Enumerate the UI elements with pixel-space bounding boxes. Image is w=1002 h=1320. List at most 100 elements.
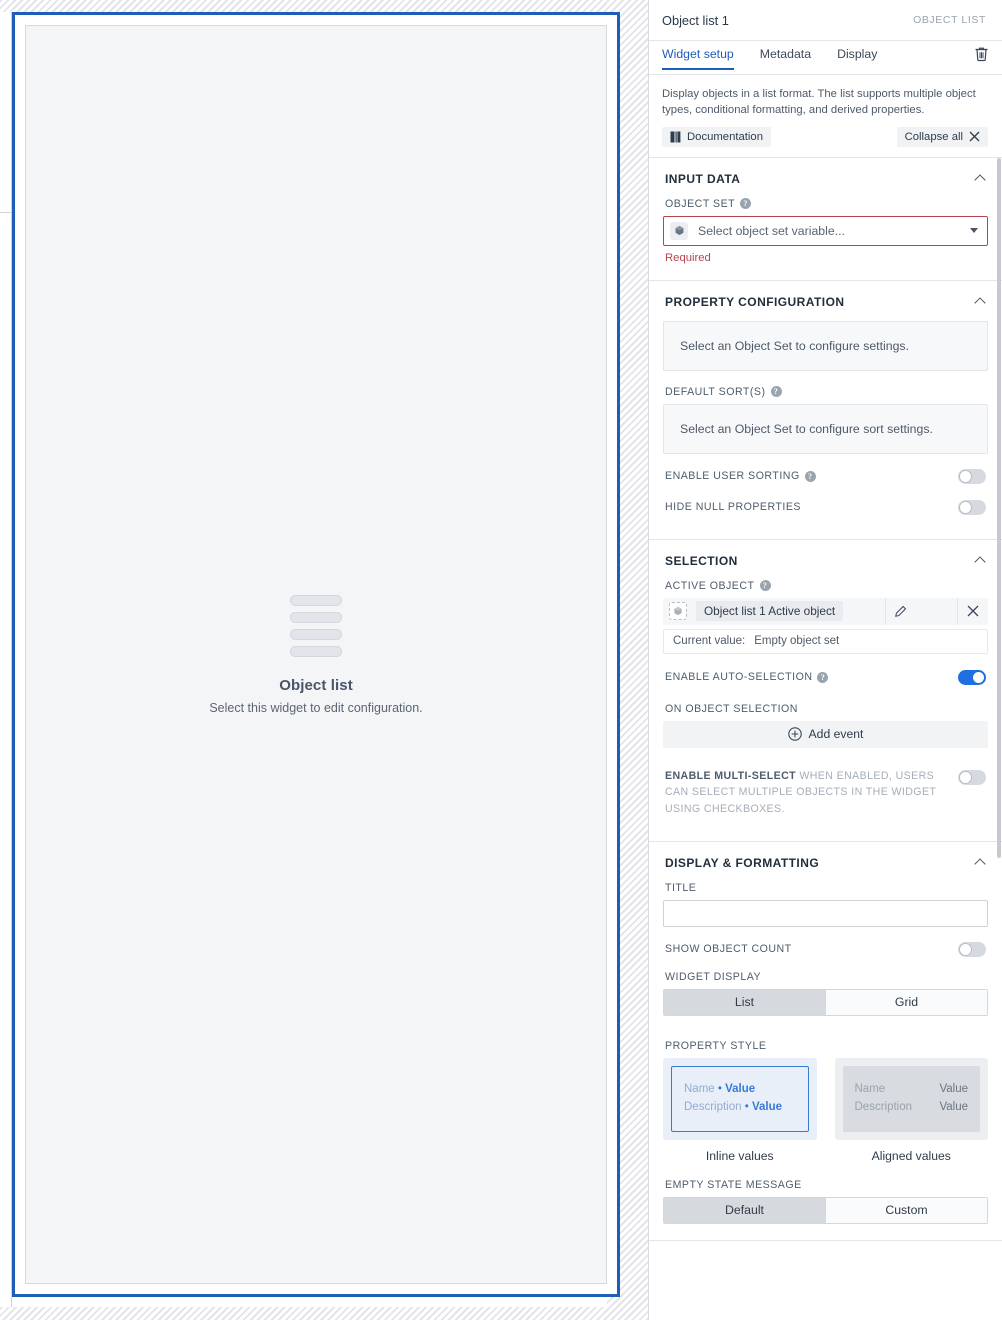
preview-value: Value [751, 1100, 783, 1113]
preview-row: Name • Value [684, 1081, 796, 1099]
help-icon[interactable]: ? [817, 671, 829, 683]
property-style-card-aligned[interactable]: Name Value Description Value Aligned val… [834, 1057, 988, 1163]
panel-tabs: Widget setup Metadata Display [649, 41, 1002, 75]
enable-multi-select-label-strong: ENABLE MULTI-SELECT [665, 769, 796, 782]
plus-circle-icon [787, 727, 802, 741]
current-value-text: Empty object set [754, 635, 840, 648]
empty-state-message-label: EMPTY STATE MESSAGE [665, 1179, 988, 1191]
tab-metadata[interactable]: Metadata [760, 41, 821, 70]
title-input[interactable] [663, 899, 988, 927]
section-header-selection[interactable]: SELECTION [649, 540, 1002, 580]
design-canvas[interactable]: Object list Select this widget to edit c… [0, 0, 648, 1320]
enable-user-sorting-toggle[interactable] [958, 468, 986, 484]
widget-display-label: WIDGET DISPLAY [665, 971, 988, 983]
object-set-error: Required [665, 251, 711, 264]
property-style-options: Name • Value Description • Value Inline … [663, 1057, 988, 1163]
section-title: PROPERTY CONFIGURATION [665, 294, 845, 309]
enable-multi-select-toggle[interactable] [958, 769, 986, 785]
empty-state-option-default[interactable]: Default [664, 1197, 825, 1223]
section-body-display-formatting: TITLE SHOW OBJECT COUNT WIDGET DISPLAY L… [649, 882, 1002, 1240]
documentation-button[interactable]: Documentation [662, 126, 771, 147]
preview-separator: • [744, 1100, 749, 1113]
widget-display-option-list[interactable]: List [664, 989, 825, 1015]
clear-active-object-button[interactable] [956, 597, 988, 625]
add-event-button[interactable]: Add event [663, 720, 988, 748]
enable-multi-select-label: ENABLE MULTI-SELECT WHEN ENABLED, USERS … [665, 768, 937, 817]
preview-value: Value [939, 1100, 968, 1113]
cube-icon [670, 221, 688, 240]
section-body-input-data: OBJECT SET ? Select object set variable.… [649, 198, 1002, 280]
collapse-all-label: Collapse all [904, 130, 963, 143]
widget-body[interactable]: Object list Select this widget to edit c… [25, 25, 607, 1284]
preview-name: Description [854, 1100, 913, 1113]
object-set-label: OBJECT SET ? [665, 198, 988, 210]
default-sorts-label: DEFAULT SORT(S) ? [665, 386, 988, 398]
caret-down-icon [970, 228, 978, 234]
documentation-label: Documentation [687, 130, 763, 143]
property-style-caption-inline: Inline values [705, 1148, 774, 1163]
title-field-label: TITLE [665, 882, 988, 894]
section-title: INPUT DATA [665, 171, 741, 186]
edit-active-object-button[interactable] [884, 597, 916, 625]
toggle-knob [959, 500, 972, 514]
section-display-formatting: DISPLAY & FORMATTING TITLE SHOW OBJECT C… [649, 842, 1002, 1241]
enable-user-sorting-row: ENABLE USER SORTING ? [663, 461, 988, 492]
active-object-chip[interactable]: Object list 1 Active object [696, 601, 844, 622]
active-object-row[interactable]: Object list 1 Active object [663, 597, 988, 625]
property-style-label-text: PROPERTY STYLE [665, 1039, 767, 1052]
hide-null-properties-toggle[interactable] [958, 499, 986, 515]
widget-description: Display objects in a list format. The li… [662, 88, 976, 117]
help-icon[interactable]: ? [804, 470, 816, 482]
active-object-label-text: ACTIVE OBJECT [665, 579, 755, 592]
pencil-icon [895, 605, 907, 617]
default-sorts-label-text: DEFAULT SORT(S) [665, 385, 766, 398]
help-icon[interactable]: ? [740, 198, 752, 210]
property-style-caption-aligned: Aligned values [871, 1148, 951, 1163]
title-field-label-text: TITLE [665, 881, 697, 894]
canvas-hatch-bottom [0, 1307, 648, 1320]
tab-widget-setup[interactable]: Widget setup [662, 41, 744, 70]
add-event-label: Add event [808, 727, 864, 742]
preview-name: Description [684, 1100, 742, 1113]
chevron-up-icon [975, 555, 986, 566]
section-header-input-data[interactable]: INPUT DATA [649, 158, 1002, 198]
enable-auto-selection-label: ENABLE AUTO-SELECTION ? [665, 671, 829, 684]
default-sorts-empty-message: Select an Object Set to configure sort s… [663, 403, 988, 454]
preview-value: Value [725, 1083, 756, 1096]
property-style-preview-aligned: Name Value Description Value [834, 1057, 988, 1140]
enable-auto-selection-label-text: ENABLE AUTO-SELECTION [665, 671, 813, 684]
delete-widget-button[interactable] [974, 44, 989, 62]
canvas-gutter-divider [0, 212, 12, 213]
help-icon[interactable]: ? [770, 386, 782, 398]
tab-display[interactable]: Display [837, 41, 887, 70]
preview-name: Name [684, 1083, 715, 1096]
show-object-count-label: SHOW OBJECT COUNT [665, 943, 792, 955]
enable-auto-selection-row: ENABLE AUTO-SELECTION ? [663, 662, 988, 693]
selected-widget-frame[interactable]: Object list Select this widget to edit c… [12, 12, 620, 1297]
property-style-label: PROPERTY STYLE [665, 1040, 988, 1052]
preview-row: Description Value [855, 1099, 969, 1117]
show-object-count-toggle[interactable] [958, 941, 986, 957]
property-style-preview-inline: Name • Value Description • Value [663, 1057, 817, 1140]
section-title: SELECTION [665, 553, 738, 568]
collapse-all-button[interactable]: Collapse all [896, 126, 988, 147]
chevron-up-icon [975, 296, 986, 307]
property-style-card-inline[interactable]: Name • Value Description • Value Inline … [663, 1057, 817, 1163]
panel-scrollbar[interactable] [997, 157, 1001, 858]
preview-separator: • [717, 1083, 722, 1096]
section-header-display-formatting[interactable]: DISPLAY & FORMATTING [649, 842, 1002, 882]
property-config-empty-message: Select an Object Set to configure settin… [663, 320, 988, 371]
help-icon[interactable]: ? [759, 580, 771, 592]
section-header-property-configuration[interactable]: PROPERTY CONFIGURATION [649, 281, 1002, 321]
empty-state-segmented-control: Default Custom [663, 1196, 988, 1224]
enable-multi-select-row: ENABLE MULTI-SELECT WHEN ENABLED, USERS … [663, 760, 988, 825]
panel-header: Object list 1 OBJECT LIST [649, 0, 1002, 41]
app-root: Object list Select this widget to edit c… [0, 0, 1002, 1320]
enable-auto-selection-toggle[interactable] [958, 669, 986, 685]
empty-state-option-custom[interactable]: Custom [825, 1197, 987, 1223]
canvas-hatch-top [0, 0, 648, 12]
section-title: DISPLAY & FORMATTING [665, 855, 820, 870]
object-set-variable-select[interactable]: Select object set variable... [663, 215, 988, 246]
widget-display-option-grid[interactable]: Grid [825, 989, 987, 1015]
panel-scroll-area[interactable]: INPUT DATA OBJECT SET ? Select object se… [649, 157, 1002, 1320]
